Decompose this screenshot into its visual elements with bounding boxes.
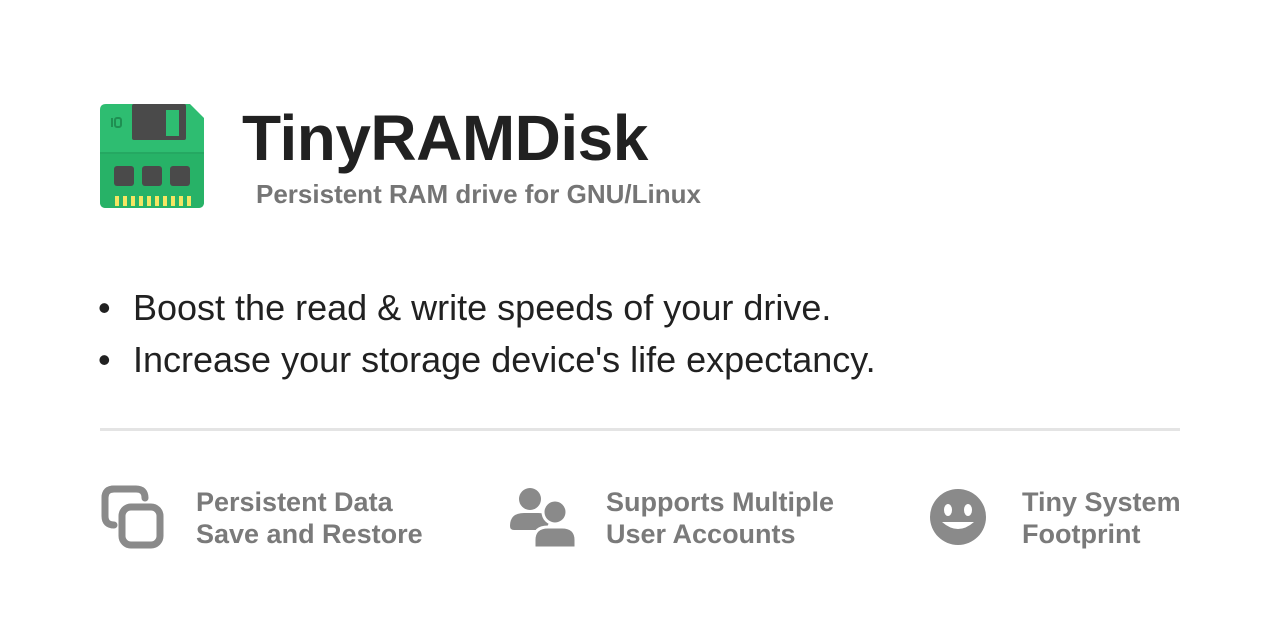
feature-multiple-users: Supports Multiple User Accounts — [510, 484, 840, 554]
bullet-text: Boost the read & write speeds of your dr… — [133, 287, 832, 328]
feature-label: Persistent Data Save and Restore — [196, 486, 423, 550]
users-icon — [510, 486, 576, 548]
feature-label-line1: Tiny System — [1022, 487, 1181, 517]
feature-label-line2: Save and Restore — [196, 519, 423, 549]
smiley-icon — [930, 488, 988, 546]
feature-label: Supports Multiple User Accounts — [606, 486, 834, 550]
divider — [100, 428, 1180, 431]
bullet-item: • Boost the read & write speeds of your … — [98, 282, 876, 334]
feature-tiny-footprint: Tiny System Footprint — [930, 484, 1181, 554]
feature-label-line1: Persistent Data — [196, 487, 393, 517]
bullet-item: • Increase your storage device's life ex… — [98, 334, 876, 386]
bullet-marker: • — [98, 339, 111, 380]
feature-label-line2: User Accounts — [606, 519, 796, 549]
bullet-marker: • — [98, 287, 111, 328]
app-title: TinyRAMDisk — [242, 102, 648, 174]
feature-persistent-data: Persistent Data Save and Restore — [100, 484, 430, 554]
app-subtitle: Persistent RAM drive for GNU/Linux — [256, 179, 701, 209]
feature-bullet-list: • Boost the read & write speeds of your … — [98, 282, 876, 386]
feature-label: Tiny System Footprint — [1022, 486, 1181, 550]
feature-label-line2: Footprint — [1022, 519, 1141, 549]
bullet-text: Increase your storage device's life expe… — [133, 339, 876, 380]
feature-label-line1: Supports Multiple — [606, 487, 834, 517]
copy-icon — [100, 484, 164, 550]
app-logo-icon — [100, 104, 204, 208]
